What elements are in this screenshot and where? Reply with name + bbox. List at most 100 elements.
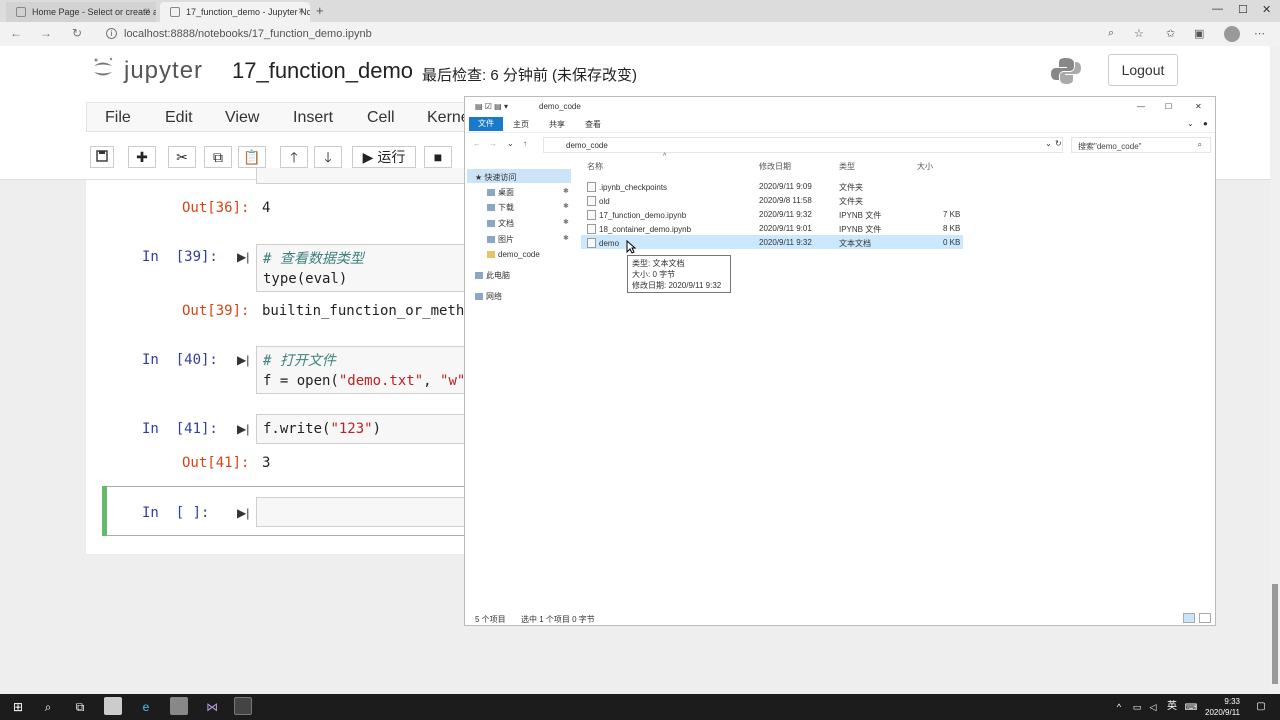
search-icon: ⌕ — [1197, 140, 1202, 149]
edge-browser-icon[interactable]: e — [136, 698, 156, 716]
code-cell-partial[interactable] — [256, 168, 466, 184]
code-cell[interactable]: # 查看数据类型 type(eval) — [256, 244, 466, 292]
tab-home-page[interactable]: Home Page - Select or create a... × — [6, 2, 156, 22]
terminal-icon[interactable] — [234, 697, 252, 715]
back-icon[interactable]: ← — [10, 26, 22, 40]
address-field[interactable]: demo_code — [543, 137, 1063, 153]
column-header-date[interactable]: 修改日期 — [759, 161, 791, 172]
ribbon-tab-view[interactable]: 查看 — [585, 119, 601, 130]
collections-icon[interactable]: ▣ — [1194, 27, 1204, 40]
menu-view[interactable]: View — [225, 109, 259, 127]
file-explorer-app-icon[interactable] — [104, 697, 122, 715]
logout-button[interactable]: Logout — [1108, 54, 1178, 86]
move-down-button[interactable]: 🡓 — [314, 146, 342, 168]
file-icon — [587, 224, 596, 234]
help-icon[interactable]: ● — [1203, 119, 1208, 128]
insert-cell-button[interactable]: ✚ — [128, 146, 156, 168]
input-language[interactable]: 英 — [1164, 698, 1180, 716]
nav-network[interactable]: 网络 — [475, 291, 502, 302]
favorites-icon[interactable]: ✩ — [1166, 27, 1175, 40]
taskbar-clock[interactable]: 9:33 2020/9/11 — [1200, 696, 1240, 718]
maximize-icon[interactable]: ☐ — [1238, 3, 1248, 16]
menu-edit[interactable]: Edit — [165, 109, 193, 127]
new-tab-icon[interactable]: + — [316, 3, 324, 18]
run-cell-icon[interactable]: ▶| — [237, 506, 249, 520]
nav-downloads[interactable]: 下载 — [487, 202, 514, 213]
nav-this-pc[interactable]: 此电脑 — [475, 270, 510, 281]
file-row[interactable]: 18_container_demo.ipynb 2020/9/11 9:01 I… — [581, 221, 963, 235]
close-window-icon[interactable]: ✕ — [1262, 3, 1271, 16]
chevron-down-icon[interactable]: ⌄ — [507, 139, 514, 148]
url-field[interactable]: localhost:8888/notebooks/17_function_dem… — [124, 28, 372, 40]
run-cell-icon[interactable]: ▶| — [237, 250, 249, 264]
move-up-button[interactable]: 🡑 — [280, 146, 308, 168]
forward-icon[interactable]: → — [40, 26, 52, 40]
zoom-icon[interactable]: ⌕ — [1108, 27, 1114, 40]
code-cell[interactable]: # 打开文件 f = open("demo.txt", "w") — [256, 346, 466, 394]
favorite-star-icon[interactable]: ☆ — [1134, 27, 1144, 40]
task-view-icon[interactable]: ⧉ — [70, 698, 90, 716]
app-icon[interactable] — [170, 697, 188, 715]
nav-pictures[interactable]: 图片 — [487, 234, 514, 245]
back-icon[interactable]: ← — [473, 139, 481, 148]
paste-button[interactable]: 📋 — [238, 146, 266, 168]
search-input[interactable]: 搜索"demo_code" ⌕ — [1071, 137, 1211, 153]
tray-chevron-icon[interactable]: ^ — [1112, 698, 1126, 716]
run-cell-icon[interactable]: ▶| — [237, 422, 249, 436]
search-icon[interactable]: ⌕ — [38, 698, 58, 716]
stop-button[interactable]: ■ — [424, 146, 452, 168]
ribbon-tab-file[interactable]: 文件 — [469, 117, 503, 131]
network-tray-icon[interactable]: ▭ — [1130, 698, 1144, 716]
menu-file[interactable]: File — [105, 109, 131, 127]
run-cell-icon[interactable]: ▶| — [237, 353, 249, 367]
close-icon[interactable]: × — [298, 6, 304, 17]
run-button[interactable]: ▶ 运行 — [352, 146, 416, 168]
scrollbar-thumb[interactable] — [1272, 584, 1278, 684]
close-icon[interactable]: ✕ — [1195, 102, 1202, 111]
copy-button[interactable]: ⧉ — [204, 146, 232, 168]
ime-icon[interactable]: ⌨ — [1184, 698, 1198, 716]
notifications-icon[interactable]: ▢ — [1252, 698, 1270, 716]
refresh-icon[interactable]: ↻ — [72, 26, 82, 40]
menu-insert[interactable]: Insert — [293, 109, 333, 127]
close-icon[interactable]: × — [144, 6, 150, 17]
avatar[interactable] — [1224, 26, 1240, 42]
file-row[interactable]: 17_function_demo.ipynb 2020/9/11 9:32 IP… — [581, 207, 963, 221]
column-header-type[interactable]: 类型 — [839, 161, 855, 172]
cut-button[interactable]: ✂ — [168, 146, 196, 168]
menu-cell[interactable]: Cell — [367, 109, 395, 127]
file-row[interactable]: old 2020/9/8 11:58 文件夹 — [581, 193, 963, 207]
windows-start-icon[interactable]: ⊞ — [8, 698, 28, 716]
path-segment[interactable]: demo_code — [566, 141, 608, 150]
ribbon-tab-home[interactable]: 主页 — [513, 119, 529, 130]
tab-notebook[interactable]: 17_function_demo - Jupyter No... × — [160, 2, 310, 22]
maximize-icon[interactable]: ☐ — [1165, 102, 1172, 111]
jupyter-logo-icon[interactable] — [92, 56, 114, 82]
volume-icon[interactable]: ◁ — [1146, 698, 1160, 716]
large-icons-view-icon[interactable] — [1199, 613, 1211, 623]
visual-studio-icon[interactable]: ⋈ — [202, 698, 222, 716]
ribbon-tab-share[interactable]: 共享 — [549, 119, 565, 130]
nav-documents[interactable]: 文档 — [487, 218, 514, 229]
minimize-icon[interactable]: — — [1212, 3, 1223, 15]
minimize-icon[interactable]: — — [1137, 102, 1145, 111]
code-cell-empty[interactable] — [256, 497, 466, 527]
nav-quick-access[interactable]: ★ 快速访问 — [475, 172, 516, 183]
notebook-title[interactable]: 17_function_demo — [232, 58, 413, 84]
up-icon[interactable]: ↑ — [523, 139, 527, 148]
info-icon[interactable]: i — [106, 28, 117, 39]
forward-icon[interactable]: → — [489, 139, 497, 148]
file-row[interactable]: .ipynb_checkpoints 2020/9/11 9:09 文件夹 — [581, 179, 963, 193]
save-button[interactable] — [90, 146, 114, 168]
nav-desktop[interactable]: 桌面 — [487, 187, 514, 198]
file-row-selected[interactable]: demo 2020/9/11 9:32 文本文档 0 KB — [581, 235, 963, 249]
refresh-icon[interactable]: ↻ — [1055, 139, 1062, 148]
expand-ribbon-icon[interactable]: ⌄ — [1187, 119, 1194, 128]
details-view-icon[interactable] — [1183, 613, 1195, 623]
column-header-name[interactable]: 名称 — [587, 161, 603, 172]
more-icon[interactable]: ⋯ — [1254, 27, 1265, 40]
nav-demo-code[interactable]: demo_code — [487, 250, 540, 259]
column-header-size[interactable]: 大小 — [917, 161, 933, 172]
code-cell[interactable]: f.write("123") — [256, 414, 466, 444]
dropdown-icon[interactable]: ⌄ — [1045, 139, 1052, 148]
